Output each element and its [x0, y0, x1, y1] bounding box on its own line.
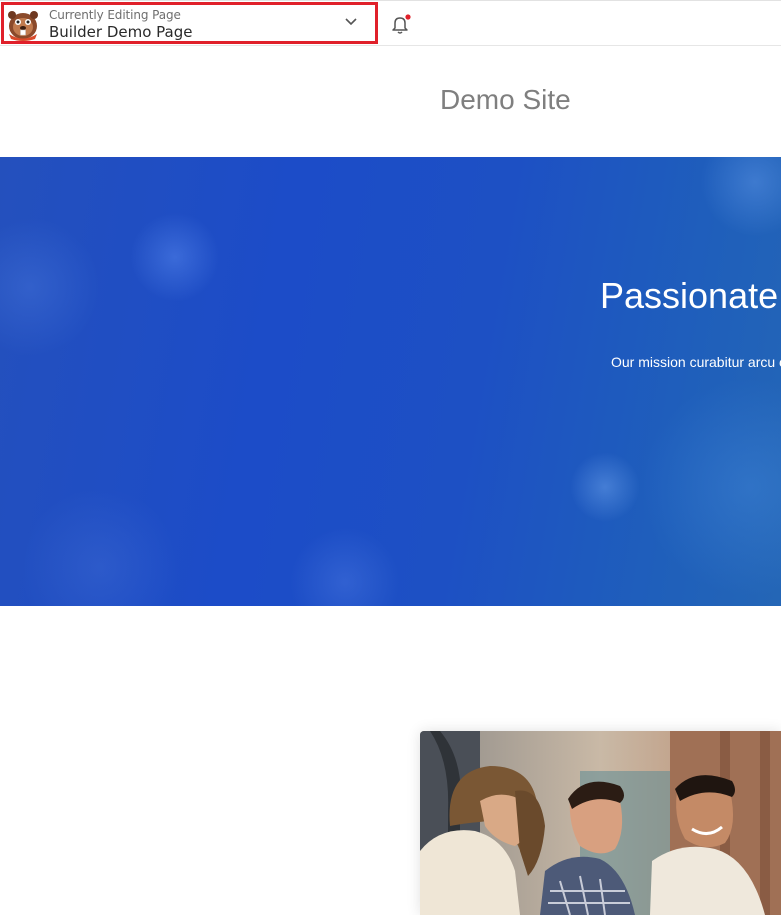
- chevron-down-icon[interactable]: [344, 17, 358, 27]
- bokeh-light: [20, 487, 180, 606]
- site-header: Demo Site: [0, 46, 781, 157]
- page-selector-dropdown[interactable]: Currently Editing Page Builder Demo Page: [1, 2, 378, 44]
- bokeh-light: [700, 157, 781, 237]
- team-collaboration-photo: [420, 731, 781, 915]
- bokeh-light: [640, 377, 781, 597]
- bell-icon[interactable]: [389, 13, 411, 35]
- current-page-title: Builder Demo Page: [49, 23, 193, 41]
- notification-dot: [405, 14, 411, 20]
- bokeh-light: [290, 527, 400, 606]
- editor-topbar: Currently Editing Page Builder Demo Page: [0, 0, 781, 46]
- bokeh-light: [570, 452, 640, 522]
- hero-section: Passionate Our mission curabitur arcu e: [0, 157, 781, 606]
- editing-caption: Currently Editing Page: [49, 8, 181, 22]
- hero-heading: Passionate: [600, 275, 779, 316]
- bokeh-light: [130, 212, 220, 302]
- hero-text: Our mission curabitur arcu e: [611, 354, 781, 370]
- bokeh-light: [0, 217, 100, 357]
- site-title[interactable]: Demo Site: [440, 84, 571, 116]
- photo-illustration: [420, 731, 781, 915]
- beaver-logo-icon: [8, 11, 38, 41]
